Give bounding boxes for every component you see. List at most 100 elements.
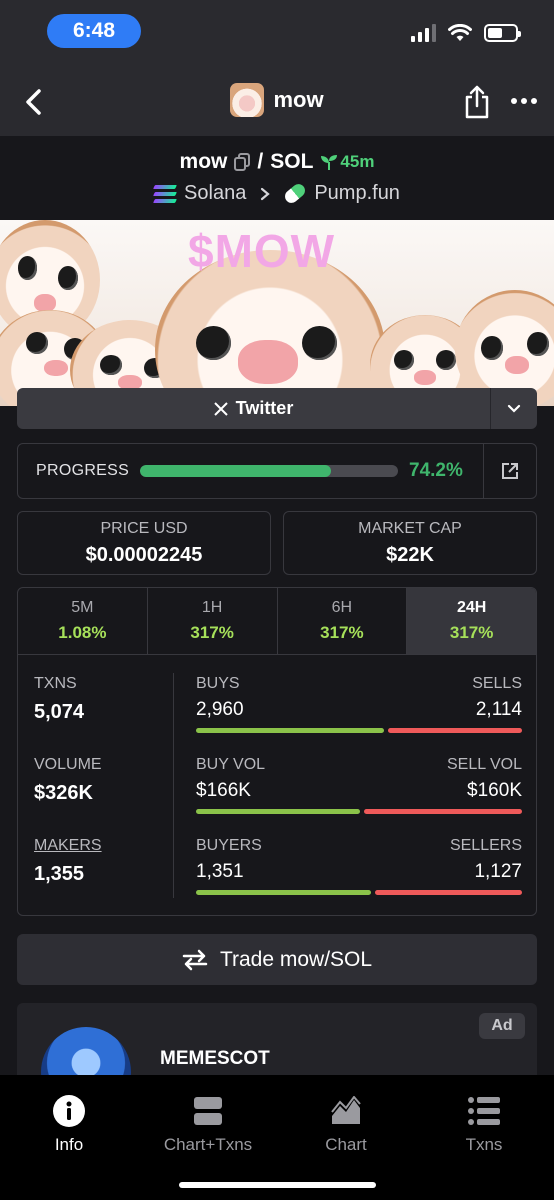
twitter-label: Twitter [235,398,294,418]
chevron-right-icon [261,187,271,200]
x-logo-icon [213,401,228,416]
chart-icon [331,1096,361,1124]
pair-age: 45m [320,152,374,172]
tab-label: Txns [465,1135,503,1154]
stats-panel: 5M 1.08% 1H 317% 6H 317% 24H 317% TXNS 5… [17,587,537,916]
txns-metric: TXNS 5,074 [34,675,84,724]
tab-chart[interactable]: Chart [286,1095,406,1155]
pump-fun-icon [282,181,308,206]
pair-header: mow / SOL 45m Solana Pump.fun [0,136,554,220]
makers-metric: MAKERS 1,355 [34,837,102,886]
base-symbol: mow [179,150,228,173]
share-icon [465,85,489,119]
timeframe-label: 24H [456,599,487,616]
progress-label: PROGRESS [36,462,130,479]
tab-6h[interactable]: 6H 317% [278,588,408,654]
token-avatar [230,83,265,117]
progress-bar [140,465,398,477]
nav-bar: mow [0,70,554,136]
battery-icon [484,24,521,42]
status-time[interactable]: 6:48 [47,14,141,48]
price-usd-value: $0.00002245 [85,544,203,566]
twitter-button[interactable]: Twitter [17,388,490,429]
buys-value: 2,960 [196,699,244,720]
metrics-divider [173,673,174,898]
split-icon [194,1097,222,1125]
timeframe-tabs: 5M 1.08% 1H 317% 6H 317% 24H 317% [18,588,536,655]
buys-label: BUYS [196,675,240,692]
socials-bar: Twitter [17,388,537,429]
dot-icon [531,98,537,104]
buy-sell-volume-metric: BUY VOL SELL VOL $166K $160K [196,756,522,814]
copy-icon[interactable] [234,153,251,171]
buys-sells-metric: BUYS SELLS 2,960 2,114 [196,675,522,733]
tab-label: Chart [325,1135,367,1154]
metrics-grid: TXNS 5,074 VOLUME $326K MAKERS 1,355 BUY… [18,655,536,915]
tab-5m[interactable]: 5M 1.08% [18,588,148,654]
dot-icon [521,98,527,104]
buy-bar [196,728,384,733]
sell-vol-value: $160K [467,780,522,801]
buy-bar [196,890,372,895]
makers-label[interactable]: MAKERS [34,837,102,855]
pair-separator: / [257,150,264,173]
list-icon [468,1097,500,1125]
trade-button[interactable]: Trade mow/SOL [17,934,537,985]
sell-bar [387,728,522,733]
progress-value: 74.2% [409,460,463,481]
ad-badge: Ad [479,1013,525,1039]
trade-label: Trade mow/SOL [219,947,373,971]
share-button[interactable] [462,84,492,120]
volume-value: $326K [34,782,93,804]
tab-chart-txns[interactable]: Chart+Txns [148,1095,268,1155]
tab-1h[interactable]: 1H 317% [148,588,278,654]
solana-icon [153,184,177,203]
tab-txns[interactable]: Txns [424,1095,544,1155]
banner-title: $MOW [188,225,336,277]
timeframe-label: 5M [71,599,94,616]
swap-arrows-icon [182,949,208,970]
timeframe-label: 6H [331,599,353,616]
home-indicator[interactable] [179,1182,376,1188]
seedling-icon [321,155,338,170]
sells-value: 2,114 [475,699,522,720]
sell-bar [375,890,522,895]
sellers-label: SELLERS [449,837,522,854]
tab-label: Info [54,1135,84,1154]
ad-name: MEMESCOT [160,1048,270,1069]
market-cap-label: MARKET CAP [358,520,462,537]
sellers-value: 1,127 [474,861,522,882]
socials-dropdown-button[interactable] [490,388,537,429]
wifi-icon [448,24,472,41]
buy-sell-volume-ratio-bar [196,809,522,814]
buy-vol-label: BUY VOL [196,756,266,773]
price-usd-card: PRICE USD $0.00002245 [17,511,271,575]
chain-link[interactable]: Solana [184,182,246,205]
cellular-signal-icon [411,24,436,42]
dex-link[interactable]: Pump.fun [314,182,400,205]
buyers-sellers-metric: BUYERS SELLERS 1,351 1,127 [196,837,522,895]
progress-bar-fill [140,465,332,477]
timeframe-change: 317% [320,623,364,642]
sells-label: SELLS [472,675,522,692]
buy-bar [196,809,360,814]
external-link-icon [502,463,518,479]
tab-label: Chart+Txns [163,1135,253,1154]
buy-vol-value: $166K [196,780,251,801]
open-external-button[interactable] [483,444,536,498]
price-usd-label: PRICE USD [100,520,188,537]
sell-vol-label: SELL VOL [446,756,522,773]
timeframe-label: 1H [201,599,223,616]
more-options-button[interactable] [504,86,544,116]
tab-24h[interactable]: 24H 317% [407,588,536,654]
volume-metric: VOLUME $326K [34,756,102,805]
bonding-progress-card: PROGRESS 74.2% [17,443,537,499]
tab-info[interactable]: Info [9,1095,129,1155]
volume-label: VOLUME [34,756,102,773]
nav-title: mow [273,87,324,112]
pair-age-value: 45m [340,152,375,171]
status-bar: 6:48 [0,0,554,70]
buyers-sellers-ratio-bar [196,890,522,895]
txns-value: 5,074 [34,701,85,723]
market-cap-card: MARKET CAP $22K [283,511,537,575]
